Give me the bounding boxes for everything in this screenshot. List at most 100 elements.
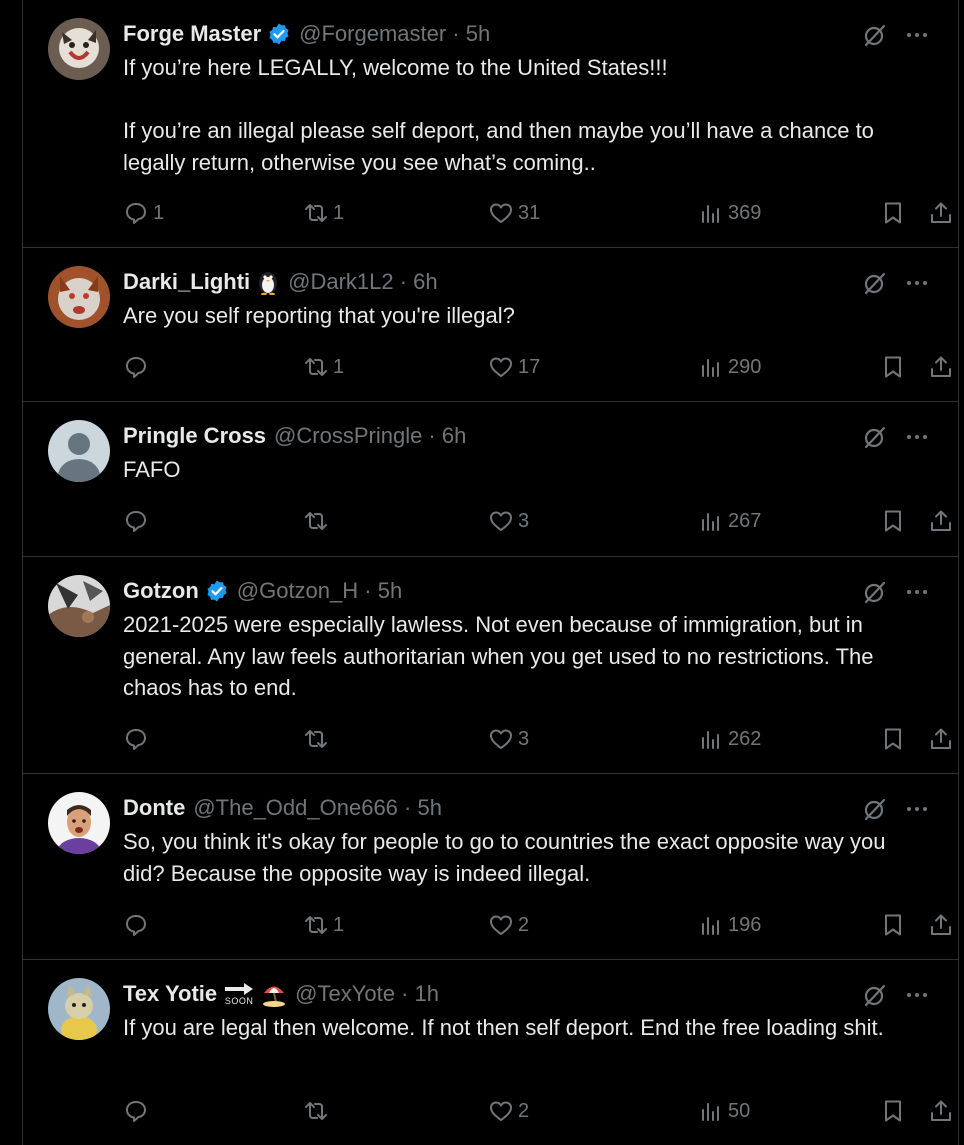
like-button[interactable]: 3	[488, 506, 529, 536]
like-button[interactable]: 2	[488, 910, 529, 940]
avatar[interactable]	[48, 792, 110, 854]
grok-icon[interactable]	[862, 270, 888, 296]
display-name[interactable]: Forge Master	[123, 21, 261, 47]
more-icon[interactable]	[904, 796, 930, 822]
share-button[interactable]	[928, 506, 954, 536]
bookmark-button[interactable]	[880, 352, 906, 382]
views-button[interactable]: 50	[698, 1096, 750, 1126]
views-icon	[702, 1103, 719, 1121]
handle-and-time[interactable]: @Dark1L2 · 6h	[288, 269, 438, 295]
like-button[interactable]: 31	[488, 198, 540, 228]
views-count: 50	[728, 1099, 751, 1122]
more-icon[interactable]	[904, 424, 930, 450]
handle-and-time[interactable]: @The_Odd_One666 · 5h	[193, 795, 442, 821]
tweet-header: Pringle Cross @CrossPringle · 6h	[123, 420, 466, 452]
reply-button[interactable]	[123, 724, 153, 754]
display-name[interactable]: Gotzon	[123, 578, 199, 604]
more-icon[interactable]	[904, 270, 930, 296]
avatar[interactable]	[48, 420, 110, 482]
views-button[interactable]: 369	[698, 198, 761, 228]
tweet-tex-yotie[interactable]: Tex Yotie SOON @TexYote · 1h If you are …	[23, 960, 958, 1145]
bookmark-button[interactable]	[880, 724, 906, 754]
bookmark-icon	[885, 914, 901, 936]
tweet-text: 2021-2025 were especially lawless. Not e…	[123, 612, 880, 700]
reply-button[interactable]	[123, 506, 153, 536]
avatar[interactable]	[48, 18, 110, 80]
repost-button[interactable]	[303, 506, 333, 536]
grok-icon[interactable]	[862, 22, 888, 48]
grok-icon[interactable]	[862, 579, 888, 605]
share-icon	[931, 202, 951, 223]
display-name[interactable]: Darki_Lighti	[123, 269, 250, 295]
tweet-donte[interactable]: Donte @The_Odd_One666 · 5h So, you think…	[23, 774, 958, 960]
like-count: 17	[518, 355, 541, 378]
share-button[interactable]	[928, 724, 954, 754]
grok-icon[interactable]	[862, 982, 888, 1008]
display-name[interactable]: Tex Yotie	[123, 981, 217, 1007]
handle-and-time[interactable]: @Forgemaster · 5h	[299, 21, 490, 47]
views-button[interactable]: 290	[698, 352, 761, 382]
more-icon[interactable]	[904, 982, 930, 1008]
more-icon[interactable]	[904, 579, 930, 605]
grok-icon[interactable]	[862, 424, 888, 450]
grok-icon[interactable]	[862, 796, 888, 822]
beach-umbrella-icon	[261, 981, 287, 1007]
views-button[interactable]: 196	[698, 910, 761, 940]
views-button[interactable]: 262	[698, 724, 761, 754]
tweet-pringle-cross[interactable]: Pringle Cross @CrossPringle · 6h FAFO 3 …	[23, 402, 958, 557]
reply-button[interactable]	[123, 352, 153, 382]
repost-button[interactable]	[303, 724, 333, 754]
repost-button[interactable]	[303, 1096, 333, 1126]
like-count: 2	[518, 1099, 530, 1122]
views-icon	[702, 513, 719, 531]
bookmark-button[interactable]	[880, 506, 906, 536]
repost-icon	[305, 204, 327, 222]
like-button[interactable]: 17	[488, 352, 540, 382]
views-count: 290	[728, 355, 762, 378]
action-bar: 3 267	[123, 506, 951, 536]
share-button[interactable]	[928, 1096, 954, 1126]
repost-button[interactable]: 1	[303, 352, 344, 382]
bookmark-icon	[885, 728, 901, 750]
views-count: 262	[728, 727, 762, 750]
tweet-text: If you’re here LEGALLY, welcome to the U…	[123, 55, 874, 175]
tweet-gotzon[interactable]: Gotzon @Gotzon_H · 5h 2021-2025 were esp…	[23, 557, 958, 774]
repost-button[interactable]: 1	[303, 910, 344, 940]
action-bar: 1 1 31 369	[123, 198, 951, 228]
reply-icon	[126, 511, 146, 532]
handle-and-time[interactable]: @Gotzon_H · 5h	[237, 578, 402, 604]
tweet-text: If you are legal then welcome. If not th…	[123, 1015, 884, 1040]
verified-badge-icon	[205, 579, 229, 603]
avatar[interactable]	[48, 575, 110, 637]
share-icon	[931, 356, 951, 377]
more-icon[interactable]	[904, 22, 930, 48]
display-name[interactable]: Donte	[123, 795, 185, 821]
display-name[interactable]: Pringle Cross	[123, 423, 266, 449]
action-bar: 1 2 196	[123, 910, 951, 940]
bookmark-button[interactable]	[880, 910, 906, 940]
share-button[interactable]	[928, 352, 954, 382]
avatar[interactable]	[48, 266, 110, 328]
tweet-forge-master[interactable]: Forge Master @Forgemaster · 5h If you’re…	[23, 0, 958, 248]
soon-arrow-icon: SOON	[223, 982, 255, 1006]
like-button[interactable]: 2	[488, 1096, 529, 1126]
bookmark-button[interactable]	[880, 198, 906, 228]
handle-and-time[interactable]: @CrossPringle · 6h	[274, 423, 466, 449]
tweet-darki-lighti[interactable]: Darki_Lighti @Dark1L2 · 6h Are you self …	[23, 248, 958, 402]
like-icon	[490, 357, 512, 377]
repost-icon	[305, 1102, 327, 1120]
share-button[interactable]	[928, 198, 954, 228]
reply-button[interactable]	[123, 910, 153, 940]
views-button[interactable]: 267	[698, 506, 761, 536]
timeline-border-right	[958, 0, 959, 1145]
share-icon	[931, 728, 951, 749]
like-button[interactable]: 3	[488, 724, 529, 754]
bookmark-button[interactable]	[880, 1096, 906, 1126]
avatar[interactable]	[48, 978, 110, 1040]
share-button[interactable]	[928, 910, 954, 940]
like-icon	[490, 511, 512, 531]
repost-button[interactable]: 1	[303, 198, 344, 228]
handle-and-time[interactable]: @TexYote · 1h	[295, 981, 439, 1007]
reply-button[interactable]	[123, 1096, 153, 1126]
reply-button[interactable]: 1	[123, 198, 164, 228]
